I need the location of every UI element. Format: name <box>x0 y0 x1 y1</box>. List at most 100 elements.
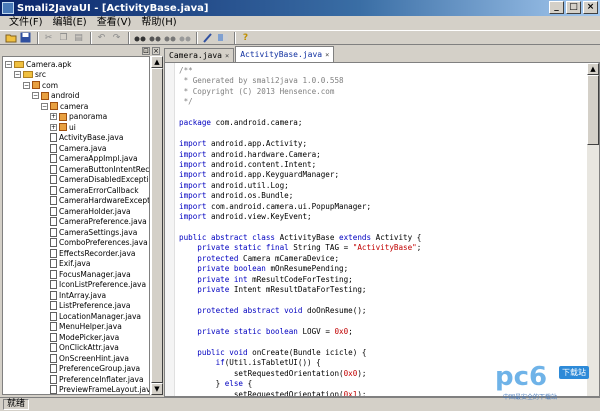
code-text[interactable]: /** * Generated by smali2java 1.0.0.558 … <box>179 66 422 397</box>
tree-item[interactable]: CameraHolder.java <box>50 206 131 216</box>
help-icon[interactable]: ? <box>239 31 252 44</box>
tab-close-icon[interactable]: × <box>225 52 229 60</box>
code-token: private static final <box>197 243 289 253</box>
tree-scrollbar[interactable]: ▲ ▼ <box>150 56 163 395</box>
find-icon[interactable] <box>133 31 146 44</box>
tree-item[interactable]: ListPreference.java <box>50 301 130 311</box>
scroll-up-arrow[interactable]: ▲ <box>151 56 163 68</box>
undo-icon[interactable]: ↶ <box>95 31 108 44</box>
tree-item-label: src <box>35 70 46 79</box>
pin-panel-button[interactable]: ⊡ <box>142 47 150 55</box>
menu-help[interactable]: 帮助(H) <box>136 16 181 30</box>
code-token: String TAG = <box>288 243 353 253</box>
code-token: setRequestedOrientation( <box>179 389 344 397</box>
folder-icon <box>14 60 24 68</box>
tree-item-label: FocusManager.java <box>59 269 131 279</box>
tree-item[interactable]: PreferenceGroup.java <box>50 364 140 374</box>
tree-item[interactable]: IntArray.java <box>50 290 106 300</box>
collapse-icon[interactable]: − <box>14 71 21 78</box>
scroll-thumb[interactable] <box>151 68 163 383</box>
code-line: private int mResultCodeForTesting; <box>179 275 421 285</box>
open-icon[interactable] <box>4 31 17 44</box>
close-panel-button[interactable]: × <box>152 47 160 55</box>
code-token: ; <box>416 243 422 253</box>
tree-item[interactable]: ModePicker.java <box>50 332 119 342</box>
tree-item[interactable]: − camera <box>41 101 88 111</box>
code-token: package <box>179 118 212 128</box>
tree-item[interactable]: − android <box>32 91 79 101</box>
expand-icon[interactable]: + <box>50 113 57 120</box>
tree-item[interactable]: EffectsRecorder.java <box>50 248 136 258</box>
save-icon[interactable] <box>19 31 32 44</box>
find-next-icon[interactable] <box>148 31 161 44</box>
collapse-icon[interactable]: − <box>41 102 48 110</box>
scroll-thumb[interactable] <box>587 75 599 145</box>
tree-item[interactable]: PreviewFrameLayout.java <box>50 385 149 394</box>
decompile-icon[interactable] <box>216 31 229 44</box>
java-file-icon <box>50 185 57 195</box>
tree-item[interactable]: ActivityBase.java <box>50 133 123 143</box>
redo-icon[interactable]: ↷ <box>110 31 123 44</box>
tab-close-icon[interactable]: × <box>325 51 329 59</box>
tree-item[interactable]: CameraDisabledException <box>50 175 149 185</box>
code-token: import <box>179 159 207 169</box>
code-token: Intent mResultDataForTesting; <box>229 285 367 295</box>
tree-item[interactable]: CameraButtonIntentReceiver <box>50 164 149 174</box>
tab-camera-java[interactable]: Camera.java × <box>164 48 235 62</box>
java-file-icon <box>50 269 57 279</box>
tree-item[interactable]: FocusManager.java <box>50 269 131 279</box>
tree-item[interactable]: MenuHelper.java <box>50 322 122 332</box>
menu-edit[interactable]: 编辑(E) <box>48 16 92 30</box>
expand-icon[interactable]: + <box>50 123 57 131</box>
tree-item[interactable]: ComboPreferences.java <box>50 238 148 248</box>
collapse-icon[interactable]: − <box>5 60 12 68</box>
tree-item[interactable]: CameraHardwareException <box>50 196 149 206</box>
code-token: public void <box>197 347 248 357</box>
title-bar[interactable]: Smali2JavaUI - [ActivityBase.java] _ □ × <box>0 0 600 16</box>
tree-item-label: ComboPreferences.java <box>59 238 148 247</box>
tree-item[interactable]: − com <box>23 80 58 90</box>
code-token: Activity { <box>371 233 422 242</box>
tree-item[interactable]: CameraPreference.java <box>50 217 147 227</box>
replace-icon[interactable] <box>178 31 191 44</box>
scroll-up-arrow[interactable]: ▲ <box>587 63 599 75</box>
tree-item[interactable]: LocationManager.java <box>50 311 141 321</box>
tree-item-label: CameraAppImpl.java <box>59 154 138 163</box>
tree-item[interactable]: − Camera.apk <box>5 59 72 69</box>
tree-item[interactable]: + panorama <box>50 112 107 122</box>
minimize-button[interactable]: _ <box>549 1 564 14</box>
tree-item[interactable]: PreferenceInflater.java <box>50 374 144 384</box>
close-button[interactable]: × <box>583 1 598 14</box>
menu-file[interactable]: 文件(F) <box>4 16 48 30</box>
tree-item[interactable]: Exif.java <box>50 259 90 269</box>
paste-icon[interactable]: ▤ <box>72 31 85 44</box>
find-prev-icon[interactable] <box>163 31 176 44</box>
tree-item[interactable]: CameraErrorCallback <box>50 185 139 195</box>
tree-item[interactable]: − src <box>14 70 46 80</box>
code-editor[interactable]: /** * Generated by smali2java 1.0.0.558 … <box>164 62 600 397</box>
code-token: */ <box>179 97 193 107</box>
tree-item-label: ModePicker.java <box>59 332 120 342</box>
tree-item[interactable]: CameraAppImpl.java <box>50 154 138 164</box>
cut-icon[interactable]: ✂ <box>42 31 55 44</box>
editor-scrollbar[interactable]: ▲ <box>587 63 599 396</box>
menu-view[interactable]: 查看(V) <box>92 16 137 30</box>
goto-icon[interactable] <box>201 31 214 44</box>
maximize-button[interactable]: □ <box>566 1 581 14</box>
tree-item[interactable]: OnScreenHint.java <box>50 353 129 363</box>
copy-icon[interactable]: ❐ <box>57 31 70 44</box>
collapse-icon[interactable]: − <box>23 81 30 89</box>
tab-activitybase-java[interactable]: ActivityBase.java × <box>235 46 335 62</box>
tree-item-label: MenuHelper.java <box>59 322 122 331</box>
tree-item[interactable]: + ui <box>50 122 76 132</box>
collapse-icon[interactable]: − <box>32 92 39 99</box>
tree-item[interactable]: Camera.java <box>50 143 107 153</box>
scroll-down-arrow[interactable]: ▼ <box>151 383 163 395</box>
tree-item[interactable]: CameraSettings.java <box>50 227 137 237</box>
tree-item[interactable]: IconListPreference.java <box>50 280 146 290</box>
package-icon <box>59 123 67 131</box>
tree-item[interactable]: OnClickAttr.java <box>50 343 119 353</box>
java-file-icon <box>50 374 57 384</box>
